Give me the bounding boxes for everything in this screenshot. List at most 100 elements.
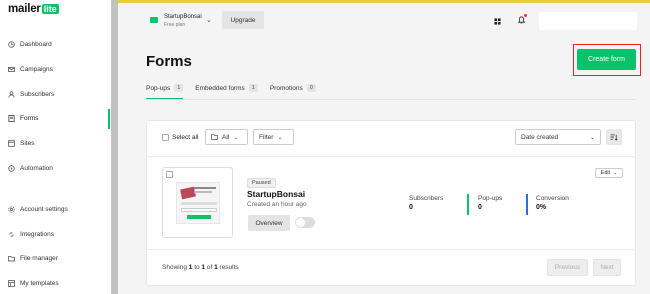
tab-embedded-forms[interactable]: Embedded forms 1	[195, 82, 258, 94]
sidebar-item-label: Sites	[20, 139, 35, 147]
tab-promotions[interactable]: Promotions 0	[270, 82, 316, 94]
sidebar-item-subscribers[interactable]: Subscribers	[8, 88, 54, 100]
edit-dropdown[interactable]: Edit ⌄	[595, 168, 623, 178]
results-suffix: results	[219, 264, 239, 271]
stat-conversion-value: 0%	[536, 204, 547, 211]
sidebar-item-sites[interactable]: Sites	[8, 137, 34, 149]
of-word: of	[206, 264, 213, 271]
sidebar-item-my-templates[interactable]: My templates	[8, 277, 59, 289]
tab-label: Embedded forms	[195, 84, 245, 92]
stat-popups-value: 0	[478, 204, 482, 211]
tab-label: Promotions	[269, 84, 303, 92]
workspace-icon	[150, 17, 158, 23]
sort-label: Date created	[521, 133, 559, 141]
select-all-checkbox[interactable]	[162, 134, 169, 141]
preview-line	[181, 202, 217, 205]
tab-count: 1	[248, 84, 258, 92]
previous-button[interactable]: Previous	[547, 259, 588, 276]
sidebar-item-label: Subscribers	[20, 90, 55, 98]
card-divider	[147, 249, 635, 250]
sidebar-item-label: Integrations	[20, 230, 54, 238]
workspace-name[interactable]: StartupBonsai	[164, 14, 202, 20]
templates-icon	[8, 279, 15, 287]
tabs-divider	[146, 99, 636, 100]
sort-order-icon[interactable]	[606, 129, 622, 145]
chevron-down-icon: ⌄	[233, 134, 239, 141]
tab-count: 0	[306, 84, 316, 92]
upgrade-button[interactable]: Upgrade	[222, 11, 264, 29]
stat-conversion-label: Conversion	[536, 195, 569, 202]
sidebar-item-campaigns[interactable]: Campaigns	[8, 63, 53, 75]
create-form-button[interactable]: Create form	[577, 49, 636, 70]
sidebar-item-label: Forms	[20, 114, 39, 122]
preview-button	[187, 215, 211, 219]
filter-label: Filter	[259, 133, 274, 141]
sidebar: mailer lite Dashboard Campaigns Subscrib…	[0, 0, 112, 294]
results-summary: Showing 1 to 1 of 1 results	[162, 264, 239, 271]
mail-icon	[8, 66, 15, 73]
notification-dot	[524, 14, 527, 17]
form-thumbnail[interactable]	[162, 167, 233, 238]
chevron-down-icon[interactable]: ⌄	[206, 16, 212, 24]
filter-dropdown[interactable]: Filter ⌄	[253, 129, 294, 145]
sidebar-item-forms[interactable]: Forms	[8, 112, 38, 124]
tab-pop-ups[interactable]: Pop-ups 1	[146, 82, 184, 99]
all-dropdown[interactable]: All ⌄	[205, 129, 248, 145]
logo-badge: lite	[41, 4, 59, 14]
chevron-down-icon: ⌄	[589, 134, 595, 141]
forms-list-card: Select all All ⌄ Filter ⌄ Date created ⌄…	[146, 120, 636, 286]
sidebar-item-label: File manager	[20, 254, 58, 262]
chevron-down-icon: ⌄	[613, 170, 618, 176]
integrations-icon	[8, 231, 15, 238]
preview-line	[194, 187, 216, 189]
status-badge: Paused	[247, 178, 276, 188]
sidebar-item-label: Campaigns	[20, 65, 53, 73]
automation-icon	[8, 164, 15, 172]
sort-dropdown[interactable]: Date created ⌄	[515, 129, 601, 145]
folder-icon	[8, 255, 15, 262]
sidebar-item-label: Dashboard	[20, 40, 52, 48]
sidebar-item-automation[interactable]: Automation	[8, 162, 53, 174]
preview-input	[181, 208, 217, 212]
stat-popups-label: Pop-ups	[478, 195, 503, 202]
form-name[interactable]: StartupBonsai	[247, 189, 305, 199]
toggle-knob	[296, 218, 305, 227]
tab-label: Pop-ups	[146, 84, 171, 92]
logo-text: mailer	[8, 3, 41, 15]
row-checkbox[interactable]	[166, 171, 173, 178]
sidebar-item-file-manager[interactable]: File manager	[8, 252, 58, 264]
sidebar-item-dashboard[interactable]: Dashboard	[8, 38, 52, 50]
preview-line	[194, 191, 212, 193]
apps-grid-icon[interactable]	[490, 14, 504, 28]
stat-divider	[526, 194, 528, 215]
popup-preview-image	[176, 182, 220, 224]
mailerlite-logo[interactable]: mailer lite	[8, 3, 59, 15]
sites-icon	[8, 139, 15, 147]
bell-icon[interactable]	[514, 13, 528, 27]
next-button[interactable]: Next	[593, 259, 621, 276]
overview-button[interactable]: Overview	[248, 215, 290, 231]
card-divider	[147, 156, 635, 157]
sidebar-item-account-settings[interactable]: Account settings	[8, 203, 68, 215]
sidebar-scrollbar[interactable]	[111, 0, 118, 294]
stat-divider	[467, 194, 469, 215]
sidebar-item-label: Automation	[20, 164, 53, 172]
tab-count: 1	[174, 84, 184, 92]
to-word: to	[194, 264, 200, 271]
chevron-down-icon: ⌄	[277, 134, 283, 141]
edit-label: Edit	[600, 170, 611, 176]
folder-icon	[211, 134, 218, 140]
account-menu[interactable]	[539, 12, 637, 30]
clock-icon	[8, 40, 15, 48]
users-icon	[8, 90, 15, 98]
stat-subscribers-label: Subscribers	[409, 195, 444, 202]
gear-icon	[8, 205, 15, 213]
all-label: All	[222, 133, 230, 141]
select-all-label[interactable]: Select all	[172, 134, 198, 141]
active-indicator	[108, 109, 110, 129]
form-created: Created an hour ago	[247, 201, 307, 208]
sidebar-item-integrations[interactable]: Integrations	[8, 228, 54, 240]
forms-icon	[8, 114, 15, 122]
form-active-toggle[interactable]	[295, 217, 315, 228]
showing-prefix: Showing	[162, 264, 187, 271]
